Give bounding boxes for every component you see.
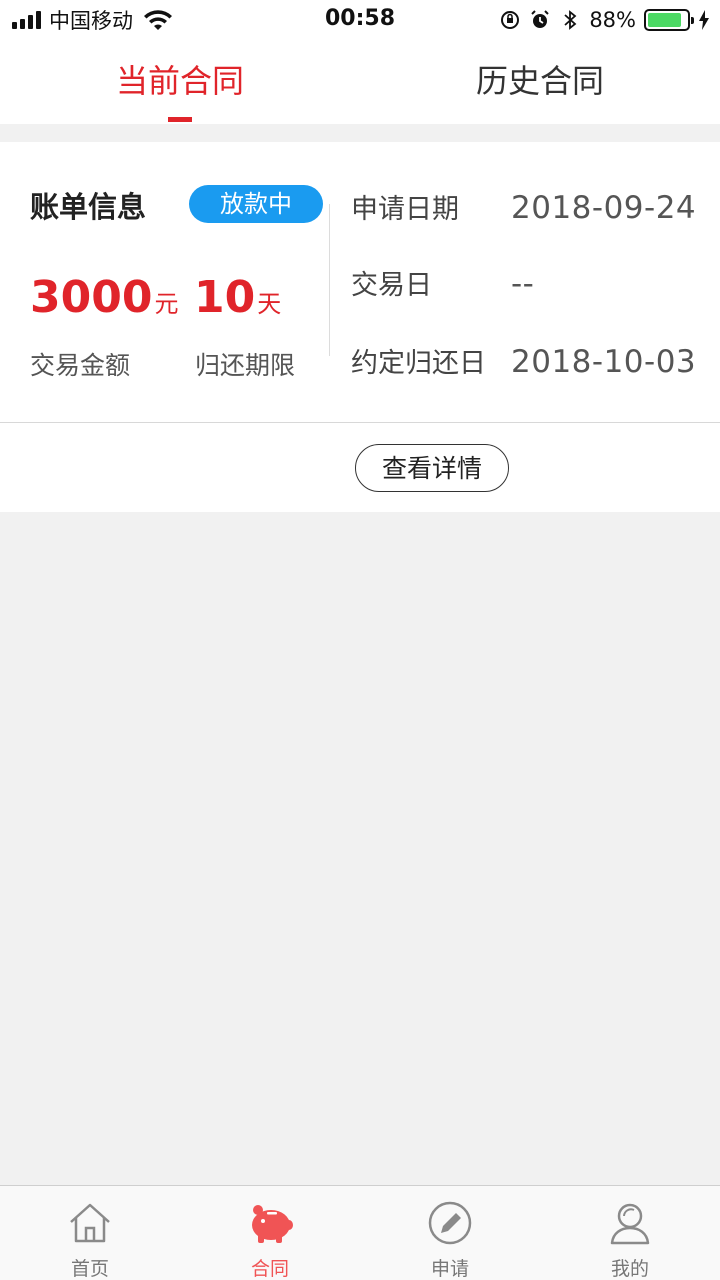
term-value: 10 bbox=[194, 272, 256, 323]
battery-icon bbox=[644, 9, 694, 31]
alarm-icon bbox=[531, 10, 550, 28]
nav-item-apply[interactable]: 申请 bbox=[360, 1186, 540, 1280]
info-row-due-date: 约定归还日 2018-10-03 bbox=[351, 341, 696, 380]
nav-item-home[interactable]: 首页 bbox=[0, 1186, 180, 1280]
user-icon bbox=[610, 1203, 650, 1245]
battery-percentage: 88% bbox=[589, 8, 636, 32]
amount-label: 交易金额 bbox=[30, 351, 131, 380]
info-value: -- bbox=[511, 266, 535, 302]
info-key: 约定归还日 bbox=[351, 348, 486, 379]
contract-tabs: 当前合同 历史合同 bbox=[0, 40, 720, 124]
tab-history-contract[interactable]: 历史合同 bbox=[360, 40, 720, 124]
bottom-nav: 首页 合同 申请 我的 bbox=[0, 1185, 720, 1280]
pencil-icon bbox=[428, 1201, 472, 1245]
bill-info-title: 账单信息 bbox=[30, 190, 147, 224]
repayment-term: 10天 bbox=[194, 272, 281, 323]
orientation-lock-icon bbox=[501, 11, 520, 29]
horizontal-divider bbox=[0, 422, 720, 423]
nav-item-contract[interactable]: 合同 bbox=[180, 1186, 360, 1280]
status-badge: 放款中 bbox=[189, 185, 323, 223]
status-bar: 中国移动 00:58 88% bbox=[0, 0, 720, 40]
info-value: 2018-09-24 bbox=[511, 190, 697, 226]
nav-label: 申请 bbox=[430, 1258, 469, 1280]
info-value: 2018-10-03 bbox=[511, 344, 697, 380]
term-unit: 天 bbox=[257, 290, 282, 318]
nav-label: 我的 bbox=[610, 1258, 649, 1280]
nav-item-mine[interactable]: 我的 bbox=[540, 1186, 720, 1280]
vertical-divider bbox=[329, 204, 330, 356]
transaction-amount: 3000元 bbox=[30, 272, 178, 323]
bluetooth-icon bbox=[564, 10, 577, 30]
info-key: 申请日期 bbox=[351, 194, 459, 225]
info-row-apply-date: 申请日期 2018-09-24 bbox=[351, 187, 696, 226]
status-right: 88% bbox=[499, 6, 710, 34]
battery-fill bbox=[648, 13, 682, 27]
info-key: 交易日 bbox=[351, 270, 432, 301]
nav-label: 首页 bbox=[70, 1258, 109, 1280]
nav-label: 合同 bbox=[250, 1258, 289, 1280]
term-label: 归还期限 bbox=[195, 351, 296, 380]
tab-current-contract[interactable]: 当前合同 bbox=[0, 40, 360, 124]
info-row-trade-date: 交易日 -- bbox=[351, 263, 534, 302]
active-tab-indicator bbox=[168, 117, 192, 122]
amount-value: 3000 bbox=[30, 272, 153, 323]
view-details-button[interactable]: 查看详情 bbox=[355, 444, 509, 492]
amount-unit: 元 bbox=[154, 290, 179, 318]
piggy-bank-icon bbox=[252, 1205, 293, 1243]
charging-icon bbox=[699, 10, 709, 30]
contract-card: 账单信息 放款中 3000元 10天 交易金额 归还期限 申请日期 2018-09… bbox=[0, 142, 720, 512]
home-icon bbox=[70, 1203, 110, 1243]
